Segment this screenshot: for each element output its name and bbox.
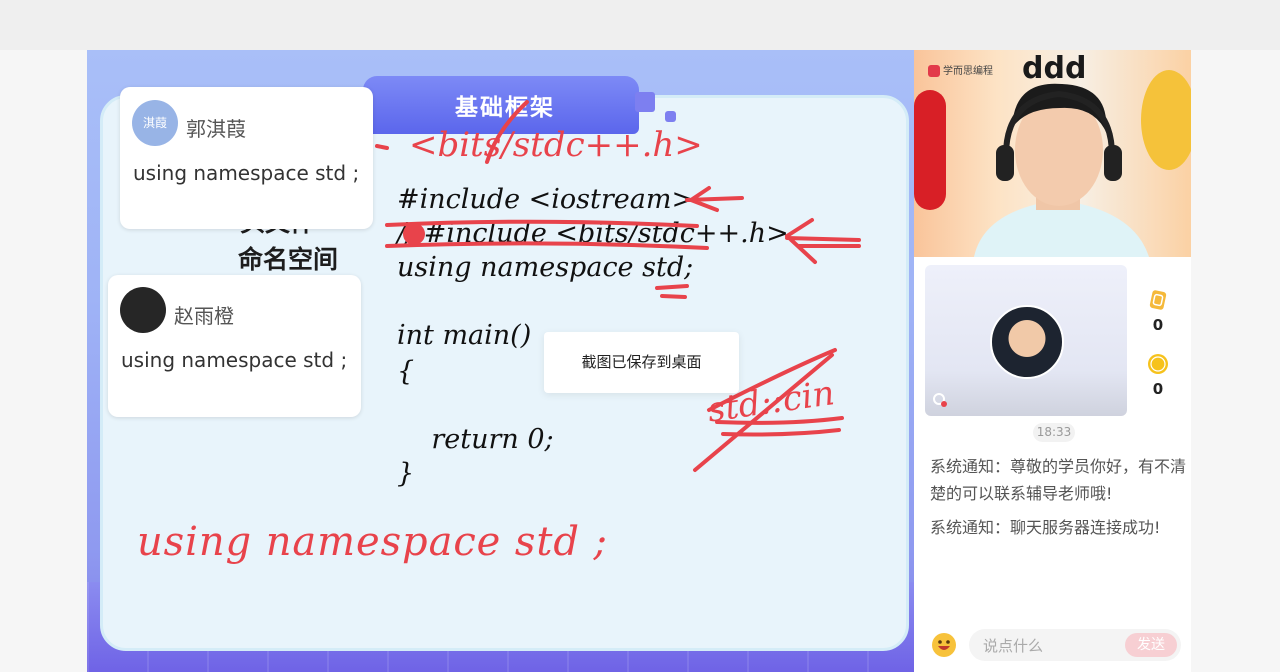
- coin-count: 0: [1152, 380, 1164, 398]
- screenshot-saved-toast: 截图已保存到桌面: [544, 332, 739, 393]
- annotation-stroke: [375, 144, 389, 150]
- background-decoration: ddd: [1022, 51, 1086, 86]
- annotation-top-text: <bits/stdc++.h>: [409, 125, 703, 165]
- mic-muted-icon: [933, 393, 947, 407]
- background-decoration: [1141, 70, 1191, 170]
- annotation-dot: [403, 223, 425, 245]
- gold-coin-icon: [1148, 354, 1168, 374]
- student-avatar: 淇葭: [132, 100, 178, 146]
- student-video[interactable]: [925, 265, 1127, 416]
- chat-input[interactable]: [981, 635, 1125, 657]
- student-answer-bubble: 淇葭 郭淇葭 using namespace std ;: [120, 87, 373, 229]
- top-bar: [0, 0, 1280, 50]
- student-name: 郭淇葭: [186, 117, 246, 141]
- annotation-bottom-text: using namespace std ;: [137, 519, 607, 565]
- headset-earpiece: [996, 145, 1014, 181]
- brand-watermark: 学而思编程: [928, 62, 993, 77]
- emoji-icon[interactable]: [931, 632, 957, 658]
- card-icon: [1149, 290, 1167, 310]
- annotation-stroke: [685, 186, 744, 212]
- courseware-slide: 基础框架 头文件 命名空间 #include <iostream> // #in…: [87, 50, 914, 672]
- headset-earpiece: [1104, 145, 1122, 181]
- student-avatar: [120, 287, 166, 333]
- student-video-avatar: [990, 305, 1064, 379]
- teacher-video-frame: ddd: [914, 51, 1191, 257]
- annotation-stroke: [785, 218, 861, 264]
- card-count: 0: [1152, 316, 1164, 334]
- student-answer-bubble: 赵雨橙 using namespace std ;: [108, 275, 361, 417]
- teacher-video[interactable]: ddd 学而思编程: [914, 50, 1191, 257]
- system-notice: 系统通知：尊敬的学员你好，有不清楚的可以联系辅导老师哦!: [930, 457, 1187, 503]
- student-message: using namespace std ;: [121, 348, 348, 372]
- annotation-stroke: [385, 219, 699, 228]
- annotation-stroke: [385, 241, 709, 250]
- student-message: using namespace std ;: [133, 161, 360, 185]
- brand-logo-icon: [928, 65, 940, 77]
- chat-input-box[interactable]: 发送: [969, 629, 1181, 661]
- annotation-stroke: [655, 284, 689, 299]
- send-button[interactable]: 发送: [1125, 633, 1177, 657]
- chat-timestamp: 18:33: [1033, 423, 1075, 442]
- background-decoration: [914, 90, 946, 210]
- system-notice: 系统通知：聊天服务器连接成功!: [930, 518, 1161, 537]
- student-name: 赵雨橙: [174, 304, 234, 328]
